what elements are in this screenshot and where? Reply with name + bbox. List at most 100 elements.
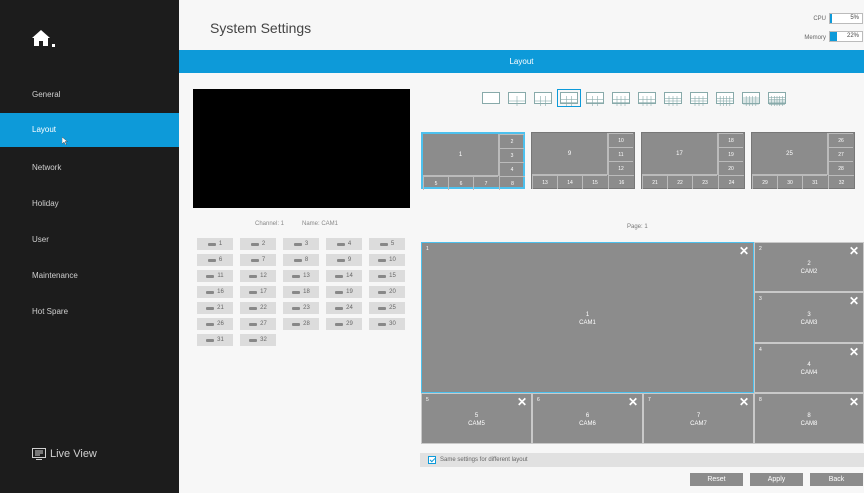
layout-cell[interactable]: 2 ✕ 2 CAM2 [754,242,864,292]
layout-16a-icon[interactable] [690,92,708,106]
layout-cell[interactable]: 7 ✕ 7 CAM7 [643,393,754,444]
close-icon[interactable]: ✕ [849,294,859,308]
sidebar-item-layout[interactable]: Layout [0,113,179,147]
channel-button[interactable]: 21 [197,302,233,314]
close-icon[interactable]: ✕ [628,395,638,409]
channel-button[interactable]: 12 [240,270,276,282]
channel-button[interactable]: 29 [326,318,362,330]
layout-cell[interactable]: 6 ✕ 6 CAM6 [532,393,643,444]
back-button[interactable]: Back [810,473,863,486]
layout-1-icon[interactable] [482,92,500,104]
channel-button[interactable]: 6 [197,254,233,266]
channel-button[interactable]: 19 [326,286,362,298]
layout-9a-icon[interactable] [586,92,604,106]
apply-button[interactable]: Apply [750,473,803,486]
channel-button[interactable]: 25 [369,302,405,314]
sidebar-item-general[interactable]: General [0,78,179,112]
channel-button[interactable]: 3 [283,238,319,250]
channel-number: 14 [346,273,353,279]
camera-icon [335,274,344,278]
layout-13-icon[interactable] [664,92,682,106]
channel-button[interactable]: 2 [240,238,276,250]
reset-button[interactable]: Reset [690,473,743,486]
cell-camera-name: CAM8 [800,420,818,427]
layout-page-thumbnail[interactable]: 9 10 11 12 13 14 15 16 [531,132,635,189]
layout-page-thumbnail[interactable]: 1234 5678 [421,132,525,190]
channel-button[interactable]: 17 [240,286,276,298]
thumbnail-cell: 32 [828,175,854,189]
channel-button[interactable]: 31 [197,334,233,346]
layout-16b-icon[interactable] [716,92,734,106]
layout-page-thumbnail[interactable]: 25 26 27 28 29 30 31 32 [751,132,855,189]
channel-button[interactable]: 20 [369,286,405,298]
layout-16b-glyph [717,96,733,106]
cell-number: 2 [759,246,762,252]
video-preview [193,89,410,208]
channel-button[interactable]: 30 [369,318,405,330]
channel-number: 9 [347,257,352,263]
layout-36-icon[interactable] [768,92,786,106]
layout-cell[interactable]: 8 ✕ 8 CAM8 [754,393,864,444]
cell-number: 5 [426,397,429,403]
sidebar-item-maintenance[interactable]: Maintenance [0,259,179,293]
channel-button[interactable]: 22 [240,302,276,314]
channel-number: 24 [346,305,353,311]
channel-button[interactable]: 26 [197,318,233,330]
channel-button[interactable]: 32 [240,334,276,346]
channel-button[interactable]: 15 [369,270,405,282]
close-icon[interactable]: ✕ [739,244,749,258]
sidebar-item-holiday[interactable]: Holiday [0,187,179,221]
channel-button[interactable]: 9 [326,254,362,266]
camera-icon [378,290,387,294]
channel-button[interactable]: 5 [369,238,405,250]
channel-button[interactable]: 1 [197,238,233,250]
cpu-meter-fill [830,14,832,23]
channel-button[interactable]: 24 [326,302,362,314]
home-icon[interactable] [30,28,56,48]
sidebar-item-hot-spare[interactable]: Hot Spare [0,295,179,329]
channel-button[interactable]: 16 [197,286,233,298]
live-view-button[interactable]: Live View [32,444,97,464]
thumbnail-cell: 26 [828,133,853,147]
cell-camera-name: CAM6 [579,420,596,427]
channel-button[interactable]: 28 [283,318,319,330]
channel-button[interactable]: 11 [197,270,233,282]
checkbox-checked-icon[interactable] [428,456,436,464]
same-settings-checkbox[interactable]: Same settings for different layout [420,453,864,467]
channel-button[interactable]: 13 [283,270,319,282]
layout-10-icon[interactable] [638,92,656,106]
layout-6-icon[interactable] [534,92,552,106]
close-icon[interactable]: ✕ [849,395,859,409]
layout-9a-glyph [587,96,603,106]
layout-25-icon[interactable] [742,92,760,106]
close-icon[interactable]: ✕ [849,244,859,258]
layout-4-icon[interactable] [508,92,526,106]
channel-button[interactable]: 8 [283,254,319,266]
layout-page-thumbnail[interactable]: 17 18 19 20 21 22 23 24 [641,132,745,189]
layout-cell[interactable]: 3 ✕ 3 CAM3 [754,292,864,343]
close-icon[interactable]: ✕ [517,395,527,409]
channel-button[interactable]: 10 [369,254,405,266]
layout-cell[interactable]: 5 ✕ 5 CAM5 [421,393,532,444]
channel-button[interactable]: 7 [240,254,276,266]
channel-button[interactable]: 14 [326,270,362,282]
channel-number: 8 [304,257,309,263]
layout-8-icon[interactable] [557,89,581,107]
layout-9b-icon[interactable] [612,92,630,106]
channel-button[interactable]: 27 [240,318,276,330]
close-icon[interactable]: ✕ [739,395,749,409]
channel-button[interactable]: 18 [283,286,319,298]
layout-25-glyph [743,96,759,106]
sidebar-item-user[interactable]: User [0,223,179,257]
close-icon[interactable]: ✕ [849,345,859,359]
layout-cell[interactable]: 4 ✕ 4 CAM4 [754,343,864,393]
camera-icon [249,290,258,294]
camera-icon [292,322,301,326]
cell-channel: 2 [807,261,811,267]
cell-camera-name: CAM4 [800,370,818,376]
channel-button[interactable]: 4 [326,238,362,250]
channel-button[interactable]: 23 [283,302,319,314]
layout-4-glyph [509,96,525,106]
sidebar-item-network[interactable]: Network [0,151,179,185]
layout-cell[interactable]: 1 ✕ 1 CAM1 [421,242,754,393]
